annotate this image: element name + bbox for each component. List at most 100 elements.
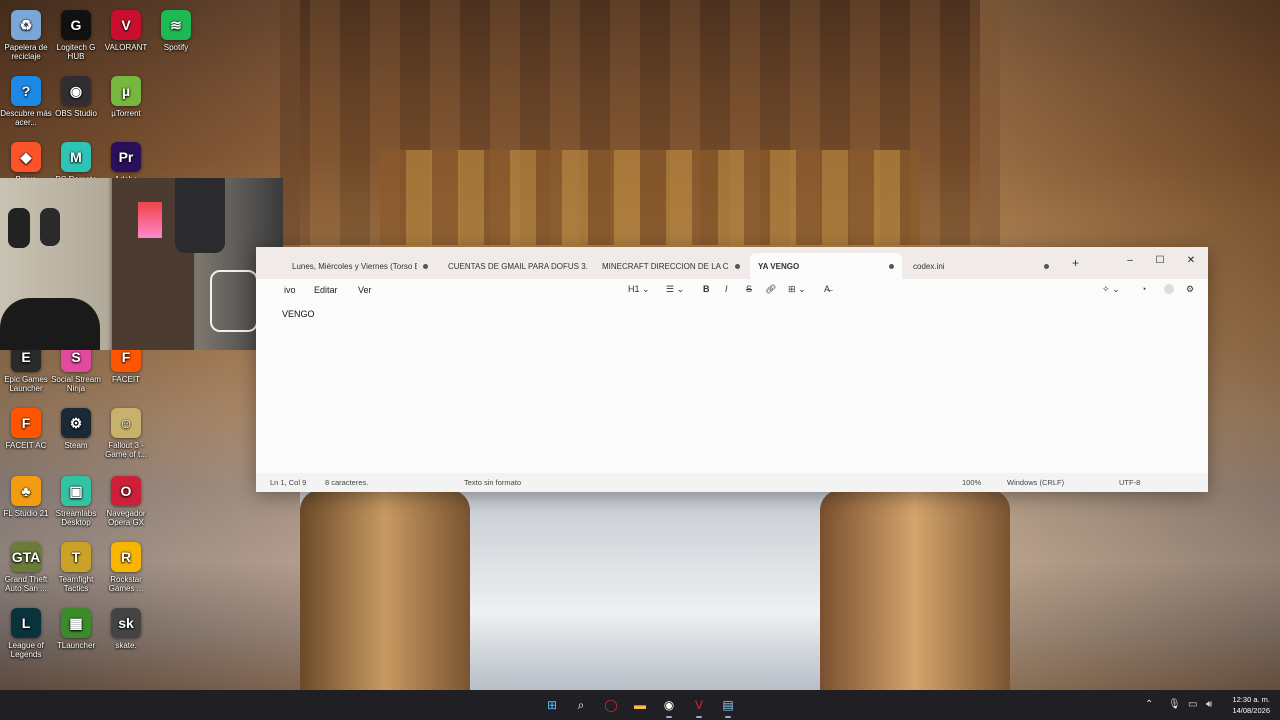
tab-label: codex.ini [913, 261, 945, 271]
obs-icon: ◉ [663, 698, 675, 712]
wallpaper-column-left [300, 490, 470, 690]
cursor-position: Ln 1, Col 9 [270, 478, 307, 487]
menu-edit[interactable]: Editar [314, 285, 338, 295]
valorant-icon: V [111, 10, 141, 40]
text-format[interactable]: Texto sin formato [464, 478, 521, 487]
close-button[interactable]: ✕ [1177, 251, 1205, 269]
menu-file[interactable]: ivo [284, 285, 296, 295]
utorrent-icon: µ [111, 76, 141, 106]
spotify-icon: ≋ [161, 10, 191, 40]
list-button[interactable]: ☰ ⌄ [666, 284, 684, 295]
search-button[interactable]: ⌕ [572, 696, 590, 714]
clock[interactable]: 12:30 a. m. 14/08/2026 [1232, 694, 1270, 716]
wallpaper-ceiling-detail [380, 150, 920, 245]
fl-studio-icon: ♣ [11, 476, 41, 506]
unsaved-dot-icon [423, 264, 428, 269]
tab-label: YA VENGO [758, 261, 800, 271]
unsaved-dot-icon [1044, 264, 1049, 269]
skate-icon: sk [111, 608, 141, 638]
desktop-icon[interactable]: ⚙ Steam [50, 408, 102, 450]
taskbar-notepad[interactable]: ▤ [719, 696, 737, 718]
tray-overflow-button[interactable]: ⌃ [1145, 699, 1153, 710]
heading-dropdown[interactable]: H1 ⌄ [628, 284, 650, 295]
wallpaper-ceiling [280, 0, 1000, 245]
steam-icon: ⚙ [61, 408, 91, 438]
tab-codex-ini[interactable]: codex.ini [905, 253, 1057, 279]
streamlabs-icon: ▣ [61, 476, 91, 506]
desktop-icon[interactable]: R Rockstar Games ... [100, 542, 152, 593]
desktop-icon-label: skate. [115, 641, 137, 650]
desktop-icon-label: Social Stream Ninja [51, 375, 101, 393]
desktop-icon[interactable]: T Teamfight Tactics [50, 542, 102, 593]
menu-view[interactable]: Ver [358, 285, 372, 295]
desktop-icon[interactable]: ▦ TLauncher [50, 608, 102, 650]
desktop-icon[interactable]: ▣ Streamlabs Desktop [50, 476, 102, 527]
copilot-button[interactable]: ✧ ⌄ [1102, 284, 1120, 295]
network-button[interactable]: ▭ [1188, 699, 1197, 710]
unsaved-dot-icon [735, 264, 740, 269]
desktop-icon[interactable]: ♣ FL Studio 21 [0, 476, 52, 518]
desktop-icon-label: Epic Games Launcher [4, 375, 48, 393]
italic-button[interactable]: I [725, 284, 728, 294]
desktop-icon-label: Logitech G HUB [56, 43, 96, 61]
taskbar-explorer[interactable]: ▬ [631, 696, 649, 714]
tab-ya-vengo[interactable]: YA VENGO [750, 253, 902, 279]
desktop-icon[interactable]: O Navegador Opera GX [100, 476, 152, 527]
account-button[interactable] [1164, 284, 1174, 296]
chevron-down-icon: ⌄ [1112, 284, 1120, 294]
webcam-poster [138, 202, 162, 238]
brave-icon: ◆ [11, 142, 41, 172]
desktop-icon[interactable]: ☺ Fallout 3 - Game of t... [100, 408, 152, 459]
link-button[interactable]: 🔗︎ [765, 284, 776, 295]
new-tab-button[interactable]: + [1072, 256, 1079, 270]
desktop-icon[interactable]: ≋ Spotify [150, 10, 202, 52]
tab-cuentas-gmail[interactable]: CUENTAS DE GMAIL PARA DOFUS 3.txt [440, 253, 592, 279]
opera-gx-icon: ◯ [604, 698, 618, 712]
zoom-level[interactable]: 100% [962, 478, 981, 487]
desktop-icon-label: Spotify [163, 43, 189, 52]
premiere-icon: Pr [111, 142, 141, 172]
taskbar-valorant[interactable]: V [690, 696, 708, 718]
desktop-icon-label: Descubre más acer... [0, 109, 52, 127]
table-button[interactable]: ⊞ ⌄ [788, 284, 806, 295]
webcam-logo-overlay [210, 270, 258, 332]
minimize-button[interactable]: – [1116, 251, 1144, 269]
webcam-overlay [0, 178, 283, 350]
settings-button[interactable]: ⚙ [1186, 284, 1194, 295]
notifications-button[interactable]: ◔ [1141, 284, 1146, 294]
desktop-icon[interactable]: ? Descubre más acer... [0, 76, 52, 127]
desktop-icon-label: Grand Theft Auto San ... [4, 575, 48, 593]
desktop-icon[interactable]: L League of Legends [0, 608, 52, 659]
desktop-icon[interactable]: sk skate. [100, 608, 152, 650]
faceit-ac-icon: F [11, 408, 41, 438]
status-bar: Ln 1, Col 9 8 caracteres. Texto sin form… [256, 473, 1208, 492]
start-button[interactable]: ⊞ [543, 696, 561, 714]
gta-icon: GTA [11, 542, 41, 572]
desktop-icon[interactable]: G Logitech G HUB [50, 10, 102, 61]
desktop-icon[interactable]: ♻ Papelera de reciclaje [0, 10, 52, 61]
network-icon: ▭ [1188, 699, 1198, 710]
desktop-icon[interactable]: V VALORANT [100, 10, 152, 52]
strikethrough-button[interactable]: S [746, 284, 752, 294]
desktop-icon[interactable]: ◉ OBS Studio [50, 76, 102, 118]
maximize-button[interactable]: ☐ [1146, 251, 1174, 269]
wallpaper-column-right [820, 490, 1010, 690]
clock-time: 12:30 a. m. [1232, 695, 1270, 704]
tab-minecraft[interactable]: MINECRAFT DIRECCION DE LA CAS [594, 253, 748, 279]
sparkle-icon: ✧ [1102, 284, 1110, 294]
clear-format-button[interactable]: A̶ [824, 284, 830, 294]
taskbar-obs[interactable]: ◉ [660, 696, 678, 718]
encoding[interactable]: UTF-8 [1119, 478, 1140, 487]
webcam-jacket [175, 178, 225, 253]
taskbar-opera[interactable]: ◯ [602, 696, 620, 714]
microphone-button[interactable]: 🎙︎ [1168, 699, 1181, 710]
line-ending[interactable]: Windows (CRLF) [1007, 478, 1064, 487]
desktop-icon[interactable]: GTA Grand Theft Auto San ... [0, 542, 52, 593]
tab-lunes[interactable]: Lunes, Miércoles y Viernes (Torso E [284, 253, 436, 279]
bold-button[interactable]: B [703, 284, 710, 294]
volume-button[interactable]: 🔊︎ [1206, 699, 1212, 710]
desktop-icon[interactable]: F FACEIT AC [0, 408, 52, 450]
desktop-icon-label: FACEIT [111, 375, 140, 384]
desktop-icon[interactable]: µ µTorrent [100, 76, 152, 118]
text-editor[interactable]: VENGO [256, 303, 1208, 473]
